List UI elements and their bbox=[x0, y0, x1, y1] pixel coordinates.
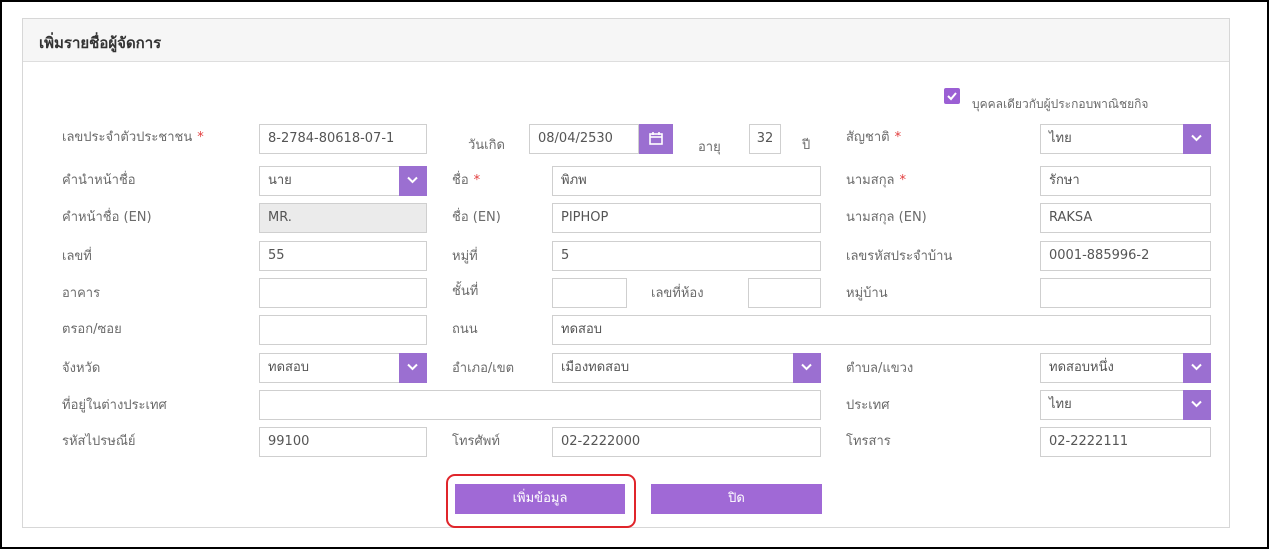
firstname-en-input[interactable]: PIPHOP bbox=[552, 203, 821, 233]
floor-label: ชั้นที่ bbox=[452, 284, 479, 299]
chevron-down-icon bbox=[801, 363, 812, 371]
province-dropdown-arrow[interactable] bbox=[399, 353, 427, 383]
lastname-en-label: นามสกุล (EN) bbox=[846, 210, 927, 225]
prefix-value: นาย bbox=[268, 173, 292, 188]
foreign-address-label: ที่อยู่ในต่างประเทศ bbox=[62, 398, 167, 413]
lastname-input[interactable]: รักษา bbox=[1040, 166, 1211, 196]
birthdate-input[interactable]: 08/04/2530 bbox=[529, 124, 639, 154]
house-no-label: เลขที่ bbox=[62, 249, 92, 264]
moo-label: หมู่ที่ bbox=[452, 249, 478, 264]
calendar-button[interactable] bbox=[639, 124, 673, 154]
postcode-label: รหัสไปรษณีย์ bbox=[62, 434, 136, 449]
nationality-value: ไทย bbox=[1049, 131, 1072, 146]
country-label: ประเทศ bbox=[846, 398, 890, 413]
province-label: จังหวัด bbox=[62, 361, 101, 376]
country-select[interactable]: ไทย bbox=[1040, 390, 1211, 420]
close-button[interactable]: ปิด bbox=[651, 484, 822, 514]
birthdate-label: วันเกิด bbox=[468, 138, 505, 153]
building-input[interactable] bbox=[259, 278, 427, 308]
panel-title: เพิ่มรายชื่อผู้จัดการ bbox=[39, 34, 162, 52]
prefix-en-label: คำหน้าชื่อ (EN) bbox=[62, 210, 152, 225]
chevron-down-icon bbox=[407, 363, 418, 371]
phone-label: โทรศัพท์ bbox=[452, 434, 500, 449]
prefix-en-input: MR. bbox=[259, 203, 427, 233]
prefix-dropdown-arrow[interactable] bbox=[399, 166, 427, 196]
fax-input[interactable]: 02-2222111 bbox=[1040, 427, 1211, 457]
district-select[interactable]: เมืองทดสอบ bbox=[552, 353, 821, 383]
village-input[interactable] bbox=[1040, 278, 1211, 308]
nationality-dropdown-arrow[interactable] bbox=[1183, 124, 1211, 154]
chevron-down-icon bbox=[1191, 134, 1202, 142]
country-dropdown-arrow[interactable] bbox=[1183, 390, 1211, 420]
panel-header: เพิ่มรายชื่อผู้จัดการ bbox=[23, 19, 1229, 62]
nationality-select[interactable]: ไทย bbox=[1040, 124, 1211, 154]
check-icon bbox=[947, 92, 957, 101]
house-code-label: เลขรหัสประจำบ้าน bbox=[846, 249, 953, 264]
add-data-button[interactable]: เพิ่มข้อมูล bbox=[455, 484, 625, 514]
district-label: อำเภอ/เขต bbox=[452, 361, 515, 376]
id-card-input[interactable]: 8-2784-80618-07-1 bbox=[259, 124, 427, 154]
room-input[interactable] bbox=[748, 278, 821, 308]
room-label: เลขที่ห้อง bbox=[651, 286, 704, 301]
country-value: ไทย bbox=[1049, 397, 1072, 412]
province-value: ทดสอบ bbox=[268, 360, 310, 375]
prefix-label: คำนำหน้าชื่อ bbox=[62, 173, 136, 188]
prefix-select[interactable]: นาย bbox=[259, 166, 427, 196]
nationality-label: สัญชาติ * bbox=[846, 130, 902, 145]
age-unit-label: ปี bbox=[802, 138, 811, 153]
fax-label: โทรสาร bbox=[846, 434, 891, 449]
chevron-down-icon bbox=[1191, 363, 1202, 371]
province-select[interactable]: ทดสอบ bbox=[259, 353, 427, 383]
firstname-en-label: ชื่อ (EN) bbox=[452, 210, 501, 225]
firstname-input[interactable]: พิภพ bbox=[552, 166, 821, 196]
district-dropdown-arrow[interactable] bbox=[793, 353, 821, 383]
lastname-en-input[interactable]: RAKSA bbox=[1040, 203, 1211, 233]
soi-label: ตรอก/ซอย bbox=[62, 322, 122, 337]
district-value: เมืองทดสอบ bbox=[561, 360, 630, 375]
subdistrict-label: ตำบล/แขวง bbox=[846, 361, 914, 376]
phone-input[interactable]: 02-2222000 bbox=[552, 427, 821, 457]
age-label: อายุ bbox=[698, 140, 721, 155]
road-input[interactable]: ทดสอบ bbox=[552, 315, 1211, 345]
same-person-checkbox[interactable] bbox=[944, 88, 960, 104]
subdistrict-select[interactable]: ทดสอบหนึ่ง bbox=[1040, 353, 1211, 383]
postcode-input[interactable]: 99100 bbox=[259, 427, 427, 457]
firstname-label: ชื่อ * bbox=[452, 173, 481, 188]
subdistrict-value: ทดสอบหนึ่ง bbox=[1049, 360, 1114, 375]
foreign-address-input[interactable] bbox=[259, 390, 821, 420]
calendar-icon bbox=[649, 132, 663, 145]
id-card-label: เลขประจำตัวประชาชน * bbox=[62, 130, 204, 145]
chevron-down-icon bbox=[407, 176, 418, 184]
house-code-input[interactable]: 0001-885996-2 bbox=[1040, 241, 1211, 271]
lastname-label: นามสกุล * bbox=[846, 173, 907, 188]
age-input[interactable]: 32 bbox=[749, 124, 781, 154]
subdistrict-dropdown-arrow[interactable] bbox=[1183, 353, 1211, 383]
soi-input[interactable] bbox=[259, 315, 427, 345]
chevron-down-icon bbox=[1191, 400, 1202, 408]
moo-input[interactable]: 5 bbox=[552, 241, 821, 271]
road-label: ถนน bbox=[452, 322, 478, 337]
floor-input[interactable] bbox=[552, 278, 627, 308]
building-label: อาคาร bbox=[62, 286, 101, 301]
house-no-input[interactable]: 55 bbox=[259, 241, 427, 271]
village-label: หมู่บ้าน bbox=[846, 286, 888, 301]
same-person-label: บุคคลเดียวกับผู้ประกอบพาณิชยกิจ bbox=[972, 97, 1149, 111]
